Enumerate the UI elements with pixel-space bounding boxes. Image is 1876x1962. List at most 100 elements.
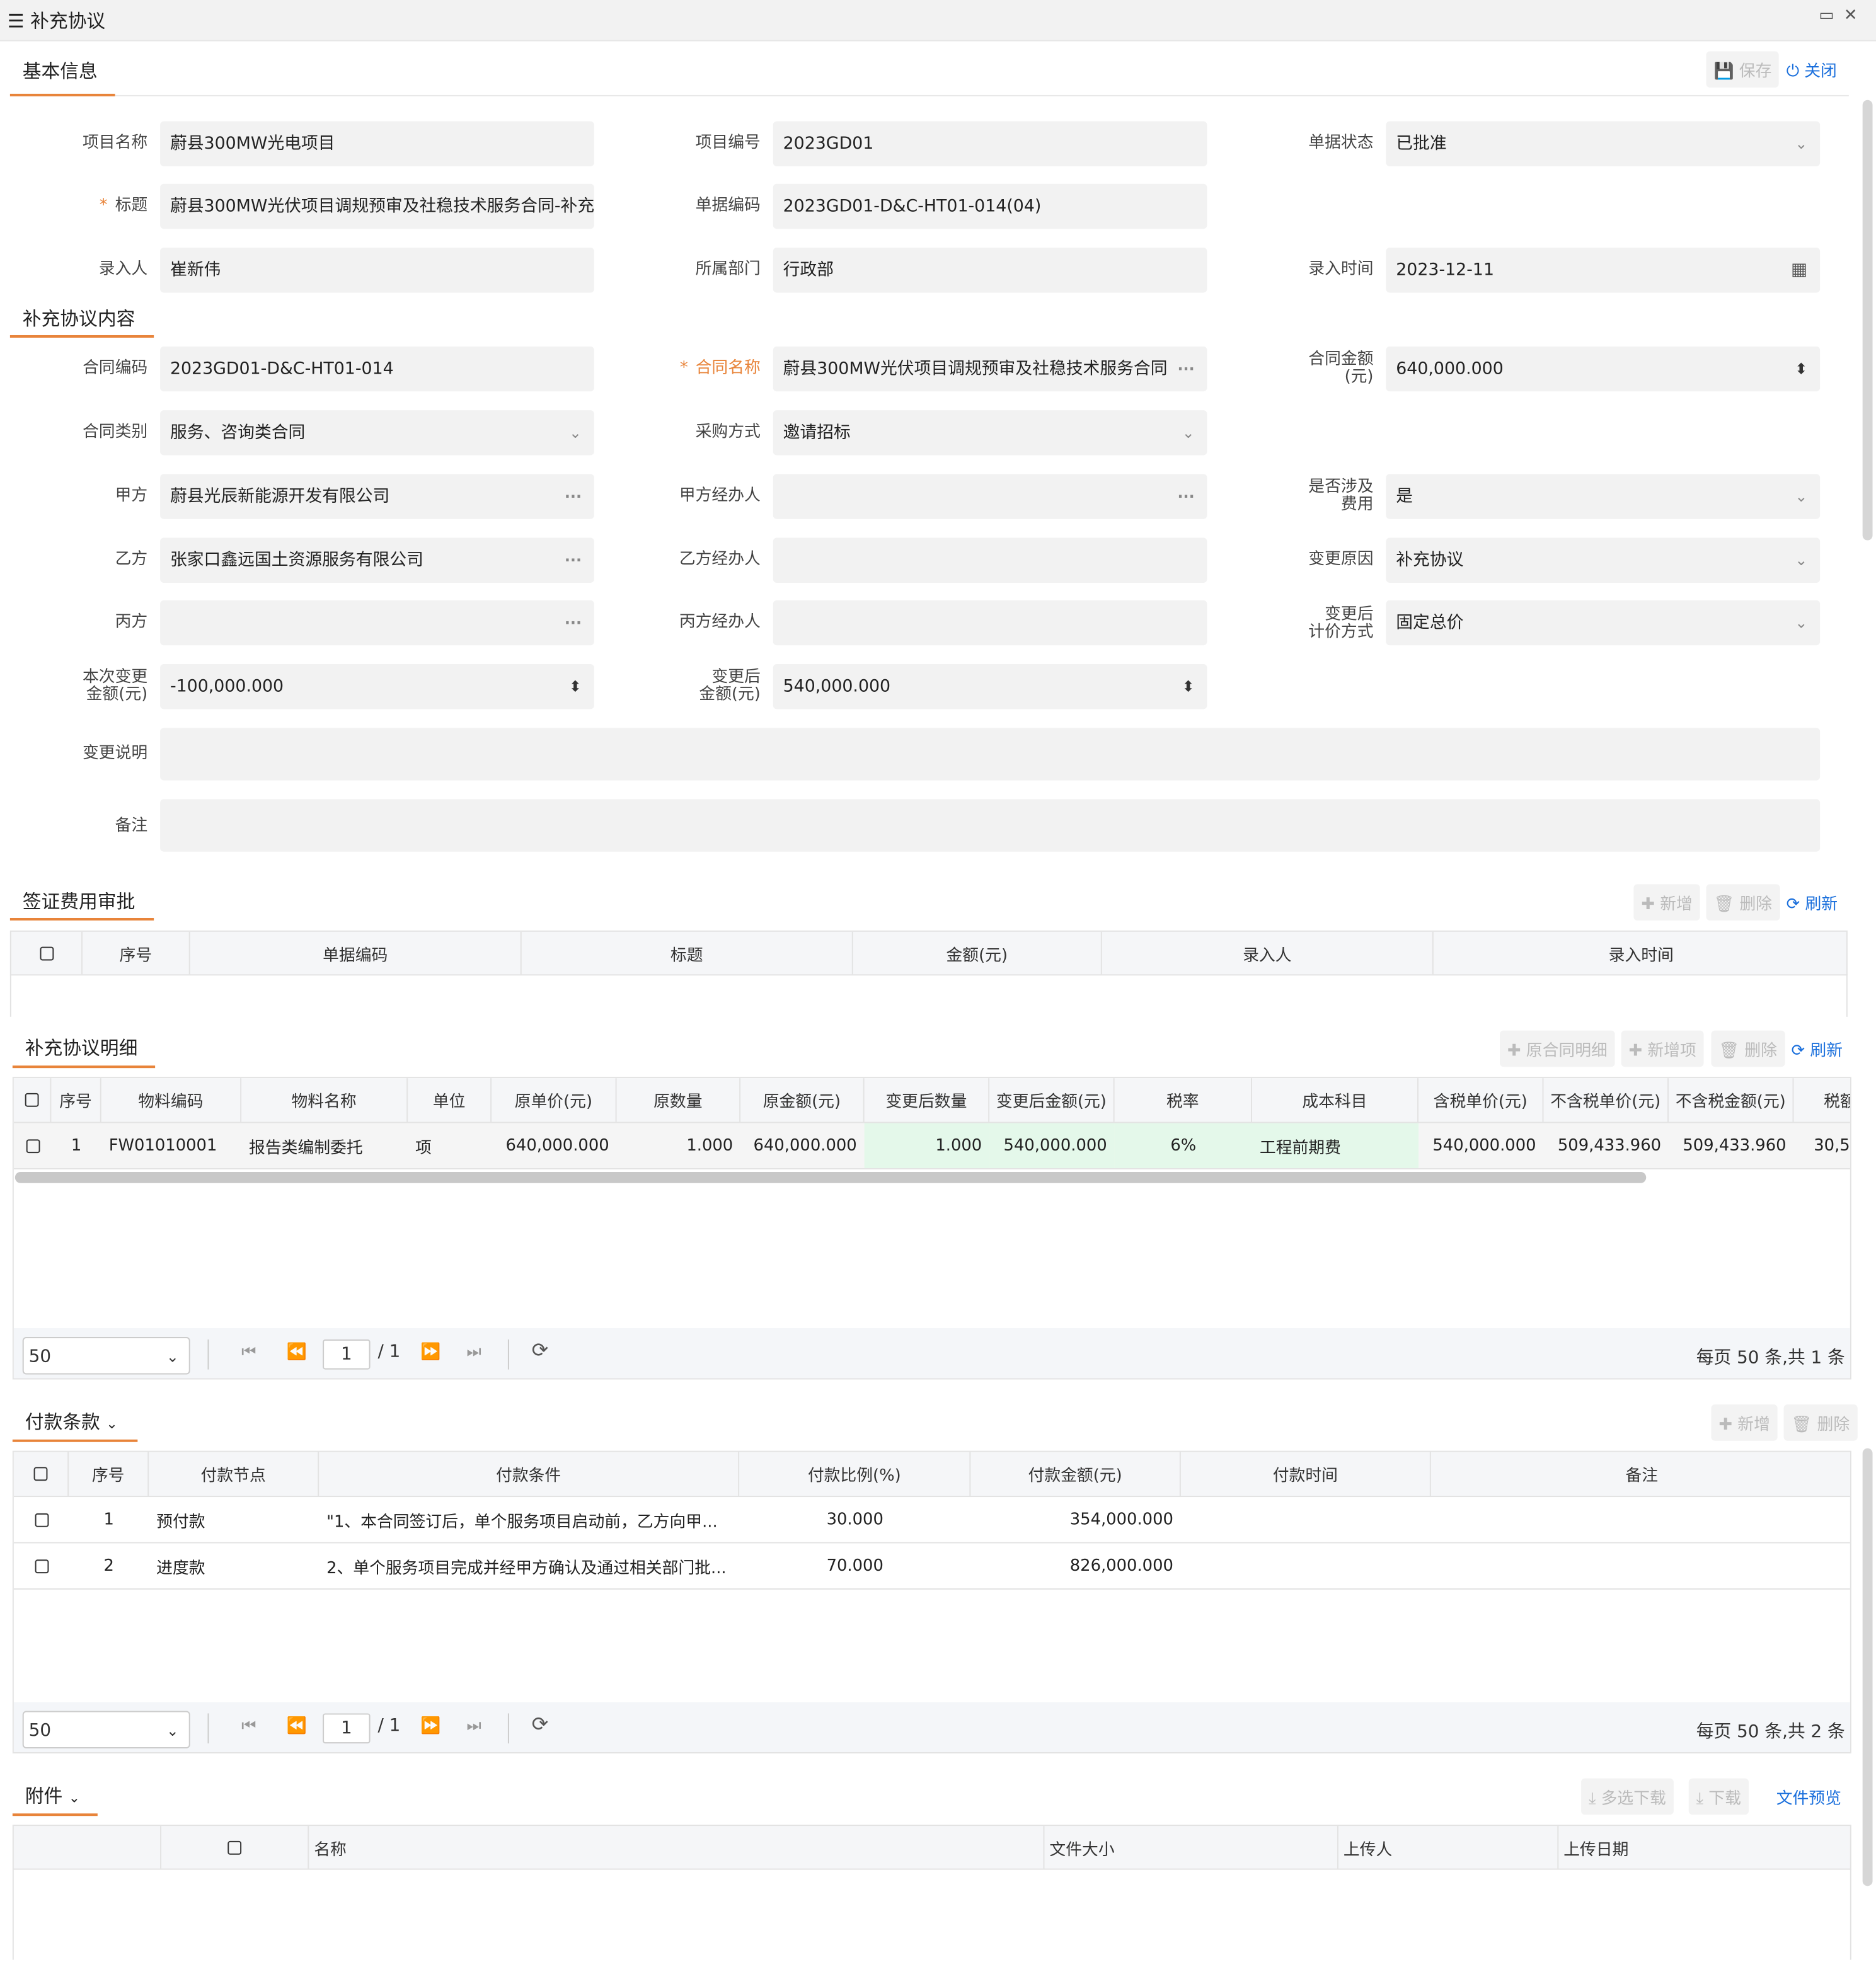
- calendar-icon[interactable]: ▦: [1791, 248, 1807, 292]
- label-doc-title: * 标题: [99, 196, 148, 215]
- row-checkbox[interactable]: [25, 1139, 40, 1153]
- page-size-select[interactable]: 50 ⌄: [22, 1711, 190, 1749]
- change-desc-textarea[interactable]: [160, 728, 1821, 781]
- page-size-select[interactable]: 50 ⌄: [22, 1336, 190, 1375]
- chevron-down-icon: ⌄: [569, 423, 582, 442]
- more-icon[interactable]: ···: [565, 600, 582, 645]
- detail-refresh-button[interactable]: ⟳ 刷新: [1784, 1031, 1850, 1067]
- divider: [115, 95, 1849, 96]
- editable-cell[interactable]: 1.000: [864, 1123, 990, 1168]
- contract-type-select[interactable]: 服务、咨询类合同 ⌄: [160, 410, 594, 456]
- doc-status-select[interactable]: 已批准 ⌄: [1386, 121, 1821, 167]
- collapse-icon[interactable]: ⌄: [69, 1790, 80, 1806]
- detail-delete-button[interactable]: 🗑 删除: [1711, 1030, 1785, 1067]
- change-reason-select[interactable]: 补充协议 ⌄: [1386, 537, 1821, 583]
- chevron-down-icon: ⌄: [166, 1722, 179, 1740]
- spinner-icon[interactable]: ⬍: [569, 664, 582, 709]
- doc-title-field[interactable]: 蔚县300MW光伏项目调规预审及社稳技术服务合同-补充协议: [160, 183, 594, 229]
- entered-by-field[interactable]: 崔新伟: [160, 248, 594, 293]
- party-b-field[interactable]: 张家口鑫远国土资源服务有限公司 ···: [160, 537, 594, 583]
- reload-icon[interactable]: ⟳: [532, 1712, 549, 1736]
- row-checkbox[interactable]: [34, 1512, 49, 1527]
- column-header: 物料名称: [241, 1078, 408, 1122]
- cell: 540,000.000: [1432, 1136, 1536, 1156]
- select-all-checkbox[interactable]: [33, 1467, 48, 1481]
- vertical-scrollbar[interactable]: [1862, 1448, 1873, 1886]
- save-button[interactable]: 💾 保存: [1706, 51, 1780, 88]
- visa-refresh-button[interactable]: ⟳ 刷新: [1779, 884, 1845, 921]
- entry-time-field[interactable]: 2023-12-11 ▦: [1386, 248, 1821, 293]
- row-checkbox[interactable]: [34, 1559, 49, 1573]
- label-doc-code: 单据编码: [695, 196, 761, 215]
- table-row[interactable]: 1 FW01010001 报告类编制委托 项 640,000.000 1.000…: [13, 1123, 1850, 1169]
- page-number-input[interactable]: 1: [323, 1339, 371, 1370]
- close-window-icon[interactable]: ✕: [1844, 6, 1858, 25]
- multi-download-button[interactable]: ⤓ 多选下载: [1581, 1778, 1674, 1815]
- party-a-agent-field[interactable]: ···: [773, 474, 1207, 519]
- visa-table-header: 序号 单据编码 标题 金额(元) 录入人 录入时间: [9, 930, 1848, 976]
- maximize-icon[interactable]: ▭: [1819, 6, 1834, 25]
- table-row[interactable]: 2 进度款 2、单个服务项目完成并经甲方确认及通过相关部门批... 70.000…: [13, 1543, 1850, 1590]
- after-amount-field[interactable]: 540,000.000 ⬍: [773, 664, 1207, 709]
- menu-icon[interactable]: ☰: [8, 10, 25, 33]
- project-no-field[interactable]: 2023GD01: [773, 121, 1207, 167]
- contract-amount-field[interactable]: 640,000.000 ⬍: [1386, 346, 1821, 392]
- more-icon[interactable]: ···: [1178, 474, 1195, 519]
- cell: 项: [415, 1139, 432, 1158]
- involves-fee-select[interactable]: 是 ⌄: [1386, 474, 1821, 519]
- editable-cell[interactable]: 6%: [1114, 1123, 1252, 1168]
- label-party-b: 乙方: [115, 550, 148, 570]
- table-row[interactable]: 1 预付款 "1、本合同签订后，单个服务项目启动前，乙方向甲... 30.000…: [13, 1497, 1850, 1544]
- change-amount-field[interactable]: -100,000.000 ⬍: [160, 664, 594, 709]
- vertical-scrollbar[interactable]: [1862, 100, 1873, 541]
- editable-cell[interactable]: 540,000.000: [989, 1123, 1115, 1168]
- section-underline: [12, 1813, 98, 1816]
- download-button[interactable]: ⤓ 下载: [1688, 1778, 1749, 1815]
- prev-page-icon[interactable]: ⏪: [287, 1343, 307, 1362]
- plus-icon: ✚: [1507, 1041, 1521, 1061]
- spinner-icon[interactable]: ⬍: [1795, 347, 1807, 391]
- cell: 进度款: [156, 1559, 205, 1578]
- payment-delete-button[interactable]: 🗑 删除: [1783, 1404, 1858, 1441]
- last-page-icon[interactable]: ⏭: [466, 1717, 481, 1736]
- original-detail-button[interactable]: ✚ 原合同明细: [1500, 1030, 1615, 1067]
- party-a-field[interactable]: 蔚县光辰新能源开发有限公司 ···: [160, 474, 594, 519]
- doc-code-field[interactable]: 2023GD01-D&C-HT01-014(04): [773, 183, 1207, 229]
- contract-name-field[interactable]: 蔚县300MW光伏项目调规预审及社稳技术服务合同 ···: [773, 346, 1207, 392]
- reload-icon[interactable]: ⟳: [532, 1338, 549, 1362]
- first-page-icon[interactable]: ⏮: [241, 1717, 256, 1736]
- visa-delete-button[interactable]: 🗑 删除: [1706, 884, 1780, 921]
- chevron-down-icon: ⌄: [1795, 614, 1808, 632]
- contract-code-field[interactable]: 2023GD01-D&C-HT01-014: [160, 346, 594, 392]
- pricing-method-select[interactable]: 固定总价 ⌄: [1386, 600, 1821, 646]
- next-page-icon[interactable]: ⏩: [420, 1343, 440, 1362]
- page-number-input[interactable]: 1: [323, 1713, 371, 1744]
- add-item-button[interactable]: ✚ 新增项: [1621, 1030, 1704, 1067]
- last-page-icon[interactable]: ⏭: [466, 1343, 481, 1362]
- file-preview-button[interactable]: 文件预览: [1769, 1779, 1849, 1815]
- more-icon[interactable]: ···: [565, 538, 582, 583]
- party-c-field[interactable]: ···: [160, 600, 594, 646]
- next-page-icon[interactable]: ⏩: [420, 1717, 440, 1736]
- party-c-agent-field[interactable]: [773, 600, 1207, 646]
- project-name-field[interactable]: 蔚县300MW光电项目: [160, 121, 594, 167]
- select-all-checkbox[interactable]: [39, 946, 54, 960]
- select-all-checkbox[interactable]: [227, 1840, 242, 1854]
- party-b-agent-field[interactable]: [773, 537, 1207, 583]
- payment-add-button[interactable]: ✚ 新增: [1711, 1404, 1778, 1441]
- prev-page-icon[interactable]: ⏪: [287, 1717, 307, 1736]
- collapse-icon[interactable]: ⌄: [106, 1416, 117, 1432]
- visa-add-button[interactable]: ✚ 新增: [1633, 884, 1700, 921]
- editable-cell[interactable]: 工程前期费: [1252, 1123, 1419, 1168]
- department-field[interactable]: 行政部: [773, 248, 1207, 293]
- remark-textarea[interactable]: [160, 799, 1821, 852]
- purchase-method-select[interactable]: 邀请招标 ⌄: [773, 410, 1207, 456]
- first-page-icon[interactable]: ⏮: [241, 1343, 256, 1362]
- section-content-title: 补充协议内容: [22, 307, 135, 331]
- more-icon[interactable]: ···: [1178, 347, 1195, 391]
- close-button[interactable]: ⏻ 关闭: [1779, 51, 1844, 88]
- spinner-icon[interactable]: ⬍: [1182, 664, 1195, 709]
- horizontal-scrollbar[interactable]: [14, 1171, 1647, 1183]
- more-icon[interactable]: ···: [565, 474, 582, 519]
- select-all-checkbox[interactable]: [25, 1093, 39, 1107]
